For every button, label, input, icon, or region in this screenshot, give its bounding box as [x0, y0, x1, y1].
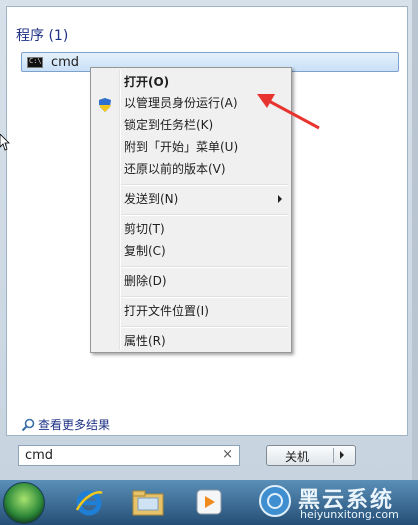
- cloud-logo-icon: [259, 485, 291, 517]
- menu-item-properties[interactable]: 属性(R): [124, 330, 166, 352]
- menu-separator: [121, 326, 288, 328]
- search-input[interactable]: cmd ×: [18, 445, 240, 466]
- media-player-icon[interactable]: [195, 488, 223, 516]
- menu-item-run-as-admin[interactable]: 以管理员身份运行(A): [124, 92, 238, 114]
- submenu-arrow-icon: [278, 195, 282, 203]
- cmd-icon: [27, 57, 43, 68]
- mouse-cursor-icon: [0, 134, 10, 151]
- shutdown-divider: [333, 448, 334, 463]
- watermark-url: heiyunxitong.com: [300, 508, 399, 521]
- red-annotation-arrow-icon: [257, 94, 320, 130]
- menu-item-pin-taskbar[interactable]: 锁定到任务栏(K): [124, 114, 213, 136]
- shutdown-options-arrow-icon[interactable]: [340, 451, 344, 459]
- menu-item-pin-start[interactable]: 附到「开始」菜单(U): [124, 136, 238, 158]
- internet-explorer-icon[interactable]: [74, 488, 104, 518]
- menu-separator: [121, 296, 288, 298]
- menu-item-copy[interactable]: 复制(C): [124, 240, 166, 262]
- menu-separator: [121, 214, 288, 216]
- watermark: 黑云系统 heiyunxitong.com: [250, 480, 418, 525]
- menu-item-cut[interactable]: 剪切(T): [124, 218, 165, 240]
- menu-separator: [121, 266, 288, 268]
- clear-search-icon[interactable]: ×: [222, 447, 233, 462]
- menu-item-send-to[interactable]: 发送到(N): [124, 188, 178, 210]
- shield-icon: [99, 98, 111, 112]
- menu-item-open[interactable]: 打开(O): [124, 71, 169, 93]
- search-input-value: cmd: [25, 448, 54, 463]
- shutdown-button[interactable]: 关机: [266, 445, 356, 466]
- menu-item-open-file-location[interactable]: 打开文件位置(I): [124, 300, 209, 322]
- magnifier-icon: [21, 418, 35, 432]
- see-more-label: 查看更多结果: [38, 418, 111, 432]
- programs-heading: 程序 (1): [16, 28, 69, 44]
- menu-item-restore-versions[interactable]: 还原以前的版本(V): [124, 158, 226, 180]
- menu-separator: [121, 184, 288, 186]
- program-label: cmd: [51, 55, 80, 70]
- start-button-orb-icon[interactable]: [3, 482, 45, 524]
- shutdown-label: 关机: [285, 450, 310, 464]
- menu-item-delete[interactable]: 删除(D): [124, 270, 167, 292]
- folder-icon[interactable]: [132, 490, 164, 516]
